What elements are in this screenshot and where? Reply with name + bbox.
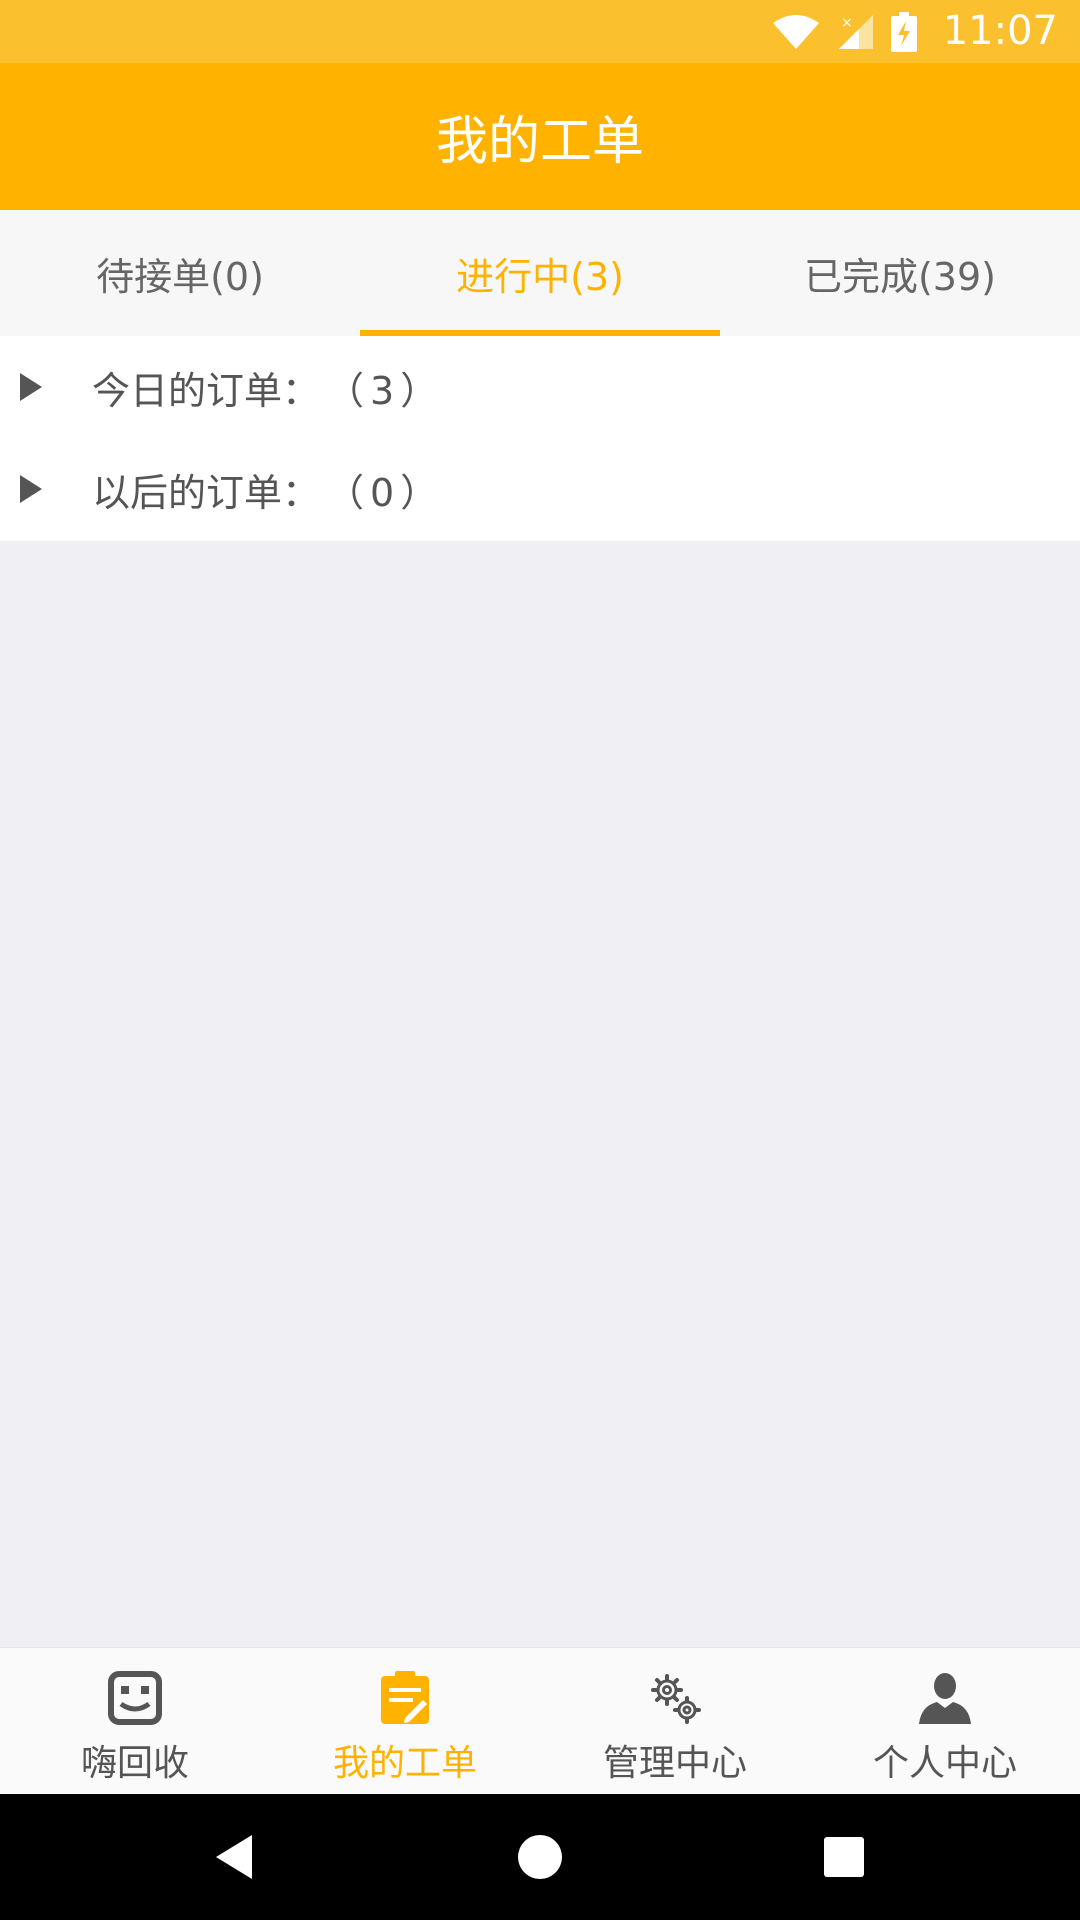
order-group-list: 今日的订单： （3） 以后的订单： （0）	[0, 336, 1080, 541]
signal-icon: ×	[838, 14, 873, 49]
group-future-orders[interactable]: 以后的订单： （0）	[0, 438, 1080, 540]
nav-label: 个人中心	[872, 1743, 1017, 1784]
back-icon[interactable]	[208, 1829, 264, 1885]
group-label: 以后的订单：	[92, 470, 321, 515]
tab-in-progress[interactable]: 进行中(3)	[360, 210, 720, 336]
group-count: （3）	[326, 368, 445, 413]
wifi-icon: ×	[772, 14, 819, 51]
status-bar: × × 11:07	[0, 0, 1080, 63]
group-today-orders[interactable]: 今日的订单： （3）	[0, 336, 1080, 438]
bottom-navigation: 嗨回收 我的工单 管理中心 个人中心	[0, 1647, 1080, 1795]
nav-label: 我的工单	[332, 1743, 477, 1784]
group-count: （0）	[326, 470, 445, 515]
nav-item-my-work-orders[interactable]: 我的工单	[270, 1648, 540, 1795]
nav-item-hai-recycle[interactable]: 嗨回收	[0, 1648, 270, 1795]
svg-text:×: ×	[805, 34, 818, 51]
tab-pending[interactable]: 待接单(0)	[0, 210, 360, 336]
status-time: 11:07	[942, 8, 1058, 54]
nav-item-management-center[interactable]: 管理中心	[540, 1648, 810, 1795]
order-status-tabs: 待接单(0) 进行中(3) 已完成(39)	[0, 210, 1080, 336]
expand-arrow-icon	[20, 475, 42, 503]
battery-charging-icon	[890, 11, 917, 52]
app-bar: 我的工单	[0, 63, 1080, 210]
person-icon	[919, 1673, 971, 1724]
gears-icon	[651, 1674, 701, 1724]
nav-label: 管理中心	[602, 1743, 747, 1784]
svg-text:×: ×	[841, 15, 853, 31]
tab-completed[interactable]: 已完成(39)	[720, 210, 1080, 336]
system-navigation-bar	[0, 1794, 1080, 1920]
page-title: 我的工单	[435, 112, 644, 172]
recycle-box-icon	[108, 1671, 162, 1725]
recents-icon[interactable]	[816, 1829, 872, 1885]
nav-item-personal-center[interactable]: 个人中心	[810, 1648, 1080, 1795]
nav-label: 嗨回收	[80, 1743, 189, 1784]
group-label: 今日的订单：	[92, 368, 321, 413]
status-icons: × × 11:07	[771, 8, 1058, 55]
work-order-icon	[381, 1671, 429, 1724]
expand-arrow-icon	[20, 373, 42, 401]
home-icon[interactable]	[512, 1829, 568, 1885]
